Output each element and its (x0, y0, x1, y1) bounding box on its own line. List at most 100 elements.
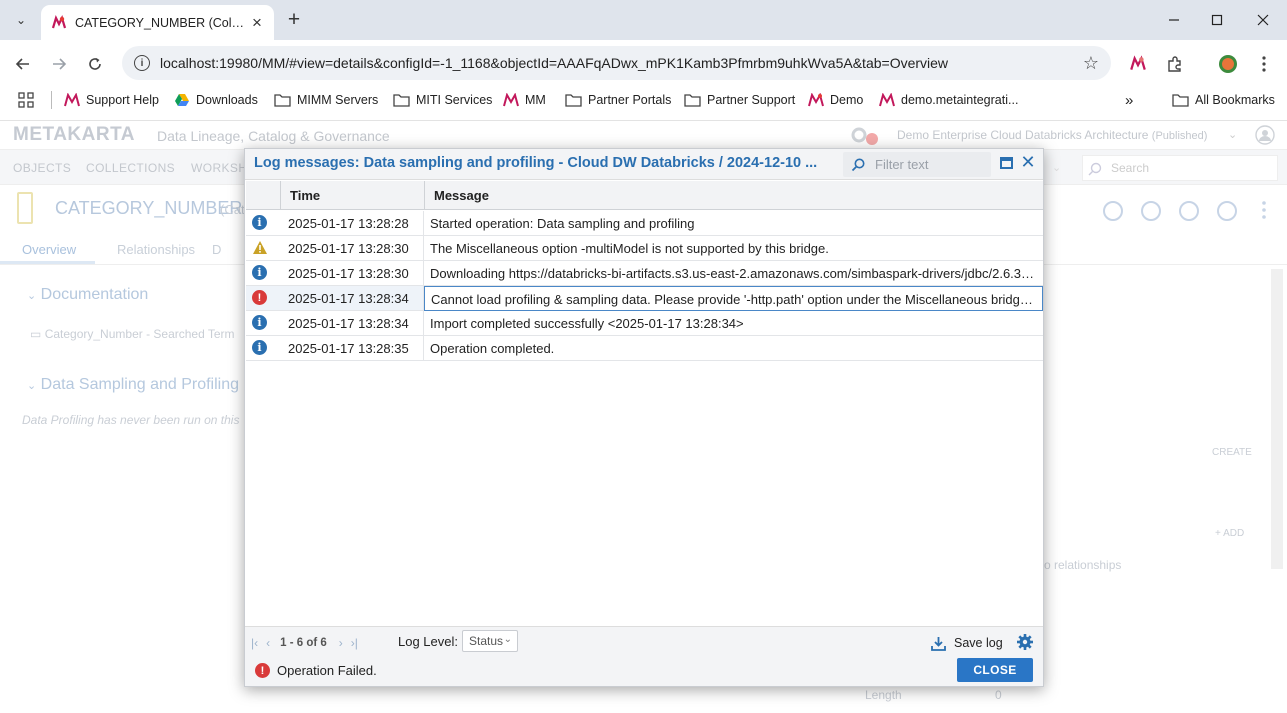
doc-item-term[interactable]: ▭ Category_Number - Searched Term (30, 327, 235, 341)
reload-icon[interactable] (82, 51, 108, 77)
info-icon: i (252, 340, 267, 355)
dialog-header: Log messages: Data sampling and profilin… (245, 149, 1043, 180)
nav-objects[interactable]: OBJECTS (13, 161, 71, 175)
tab-relationships[interactable]: Relationships (117, 242, 195, 257)
log-level-select[interactable]: Status ⌄ (462, 630, 518, 652)
browser-tab-strip: ⌄ CATEGORY_NUMBER (Column) × + (0, 0, 1287, 40)
tab-search-chevron-icon[interactable]: ⌄ (8, 7, 34, 33)
add-link[interactable]: + ADD (1215, 528, 1244, 539)
warning-flag-icon[interactable] (1217, 201, 1237, 221)
app-header: METAKARTA Data Lineage, Catalog & Govern… (0, 121, 1287, 149)
apps-grid-icon[interactable] (18, 90, 34, 110)
create-link[interactable]: CREATE (1212, 447, 1252, 458)
bookmark-demo[interactable]: Demo (808, 90, 863, 110)
bookmark-label: MM (525, 93, 546, 107)
save-log-button[interactable]: Save log (931, 632, 1003, 654)
tab-close-icon[interactable]: × (248, 13, 266, 33)
metakarta-logo: METAKARTA (13, 124, 135, 145)
configuration-selector[interactable]: Demo Enterprise Cloud Databricks Archite… (897, 128, 1207, 142)
filter-search-icon (851, 158, 865, 171)
page-scrollbar[interactable] (1271, 269, 1283, 569)
address-url[interactable]: localhost:19980/MM/#view=details&configI… (160, 55, 1077, 71)
bookmark-label: Partner Portals (588, 93, 672, 107)
bookmark-all-bookmarks[interactable]: All Bookmarks (1172, 90, 1275, 110)
log-time: 2025-01-17 13:28:34 (288, 316, 409, 331)
filter-text-input[interactable] (873, 156, 983, 173)
metakarta-logo-icon (503, 93, 519, 107)
nav-worksheets[interactable]: WORKSH (191, 161, 247, 175)
settings-gear-icon[interactable] (1016, 633, 1034, 651)
back-arrow-icon[interactable] (10, 51, 36, 77)
log-row[interactable]: 2025-01-17 13:28:30 The Miscellaneous op… (246, 236, 1043, 261)
last-page-icon[interactable]: ›| (351, 636, 358, 650)
window-maximize-icon[interactable] (1203, 8, 1231, 32)
log-message[interactable]: Cannot load profiling & sampling data. P… (424, 286, 1043, 311)
nav-dropdown-chevron-icon[interactable]: ⌄ (1052, 161, 1061, 174)
forward-arrow-icon[interactable] (46, 51, 72, 77)
configuration-gear-icon[interactable] (850, 126, 880, 146)
bookmark-star-icon[interactable]: ☆ (1077, 53, 1105, 74)
bookmark-demo-metaintegration[interactable]: demo.metaintegrati... (879, 90, 1018, 110)
like-thumb-icon[interactable] (1179, 201, 1199, 221)
site-info-icon[interactable]: i (134, 55, 150, 71)
log-row[interactable]: i 2025-01-17 13:28:35 Operation complete… (246, 336, 1043, 361)
next-page-icon[interactable]: › (339, 636, 343, 650)
app-search-input[interactable]: Search (1082, 155, 1278, 181)
more-bookmarks-chevron-icon[interactable]: » (1125, 90, 1133, 110)
object-menu-kebab-icon[interactable] (1261, 200, 1267, 220)
log-row[interactable]: i 2025-01-17 13:28:28 Started operation:… (246, 211, 1043, 236)
maximize-icon[interactable] (1000, 157, 1013, 169)
bookmark-support-help[interactable]: Support Help (64, 90, 159, 110)
bookmark-label: MIMM Servers (297, 93, 379, 107)
bookmark-miti-services[interactable]: MITI Services (393, 90, 492, 110)
configuration-chevron-icon[interactable]: ⌄ (1228, 128, 1237, 141)
error-icon: ! (255, 663, 270, 678)
user-account-icon[interactable] (1255, 125, 1275, 145)
window-close-icon[interactable] (1249, 8, 1277, 32)
new-tab-plus-icon[interactable]: + (282, 8, 306, 32)
dialog-close-x-icon[interactable]: ✕ (1020, 152, 1036, 173)
tab-data[interactable]: D (212, 242, 221, 257)
window-minimize-icon[interactable] (1160, 8, 1188, 32)
previous-page-icon[interactable]: ‹ (266, 636, 270, 650)
address-bar[interactable]: i localhost:19980/MM/#view=details&confi… (122, 46, 1111, 80)
bookmark-mimm-servers[interactable]: MIMM Servers (274, 90, 378, 110)
bookmark-partner-portals[interactable]: Partner Portals (565, 90, 671, 110)
bookmark-downloads[interactable]: Downloads (174, 90, 258, 110)
profile-avatar-icon[interactable] (1216, 52, 1240, 76)
log-message: Downloading https://databricks-bi-artifa… (430, 266, 1043, 281)
section-documentation[interactable]: ⌄ Documentation (27, 286, 148, 304)
pager: |‹ ‹ 1 - 6 of 6 › ›| (251, 632, 366, 654)
log-row[interactable]: i 2025-01-17 13:28:30 Downloading https:… (246, 261, 1043, 286)
length-value: 0 (995, 688, 1002, 702)
column-header-time[interactable]: Time (290, 181, 320, 210)
nav-collections[interactable]: COLLECTIONS (86, 161, 175, 175)
operation-status: ! Operation Failed. (255, 663, 377, 678)
metakarta-extension-icon[interactable] (1126, 52, 1150, 76)
document-icon: ▭ (30, 327, 42, 341)
folder-icon (393, 93, 410, 107)
extensions-puzzle-icon[interactable] (1163, 52, 1187, 76)
section-data-sampling[interactable]: ⌄ Data Sampling and Profiling (27, 376, 239, 394)
dialog-title: Log messages: Data sampling and profilin… (254, 155, 818, 171)
bookmark-mm[interactable]: MM (503, 90, 546, 110)
bookmark-partner-support[interactable]: Partner Support (684, 90, 795, 110)
object-type: (Cat (220, 202, 245, 217)
log-row[interactable]: i 2025-01-17 13:28:34 Import completed s… (246, 311, 1043, 336)
close-button[interactable]: CLOSE (957, 658, 1033, 682)
log-message: Started operation: Data sampling and pro… (430, 216, 695, 231)
column-header-message[interactable]: Message (434, 181, 489, 210)
tab-overview[interactable]: Overview (22, 242, 76, 257)
metakarta-logo-icon (64, 93, 80, 107)
log-row-selected[interactable]: ! 2025-01-17 13:28:34 Cannot load profil… (246, 286, 1043, 311)
download-icon (931, 636, 946, 651)
certify-shield-icon[interactable] (1103, 201, 1123, 221)
first-page-icon[interactable]: |‹ (251, 636, 258, 650)
endorse-badge-icon[interactable] (1141, 201, 1161, 221)
column-separator[interactable] (424, 181, 425, 210)
browser-menu-kebab-icon[interactable] (1252, 52, 1276, 76)
browser-tab[interactable]: CATEGORY_NUMBER (Column) × (41, 5, 274, 40)
save-log-label: Save log (954, 636, 1003, 650)
browser-toolbar: i localhost:19980/MM/#view=details&confi… (0, 40, 1287, 86)
doc-item-label: Category_Number - Searched Term (44, 327, 235, 341)
